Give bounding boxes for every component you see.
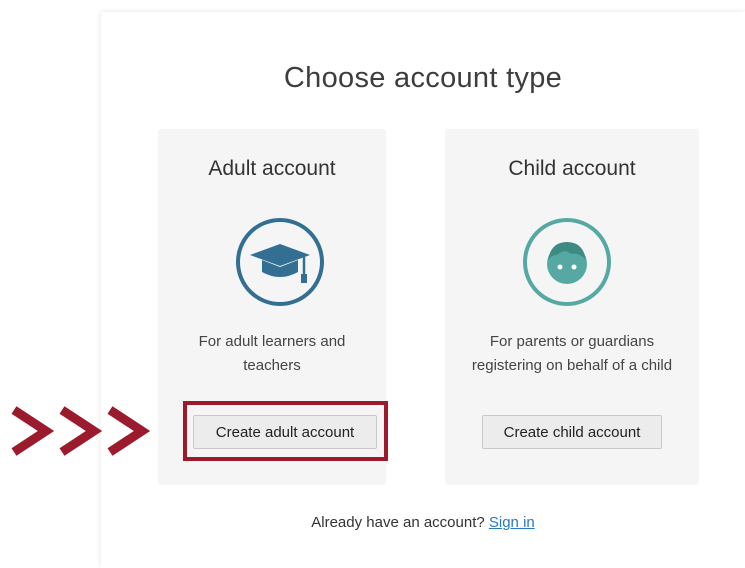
page-title: Choose account type: [283, 62, 563, 94]
child-card-description: For parents or guardians registering on …: [445, 330, 699, 378]
account-type-panel: Choose account type Adult account For ad…: [101, 12, 745, 568]
child-account-card: Child account For parents or guardians r…: [445, 129, 699, 485]
child-face-icon: [523, 218, 611, 306]
child-description-line-2: registering on behalf of a child: [471, 357, 673, 374]
signin-prompt-text: Already have an account?: [311, 514, 489, 531]
adult-card-title: Adult account: [208, 157, 336, 180]
signin-prompt: Already have an account? Sign in: [101, 514, 745, 531]
adult-description-line-2: teachers: [243, 357, 301, 374]
graduation-cap-icon: [236, 218, 324, 306]
child-description-line-1: For parents or guardians: [489, 333, 655, 350]
child-card-title: Child account: [508, 157, 636, 180]
highlight-box: [183, 401, 388, 461]
sign-in-link[interactable]: Sign in: [489, 514, 535, 531]
create-child-account-button[interactable]: Create child account: [482, 415, 662, 449]
chevron-arrows-icon: [11, 406, 151, 456]
adult-description-line-1: For adult learners and: [198, 333, 346, 350]
adult-card-description: For adult learners and teachers: [158, 330, 386, 378]
